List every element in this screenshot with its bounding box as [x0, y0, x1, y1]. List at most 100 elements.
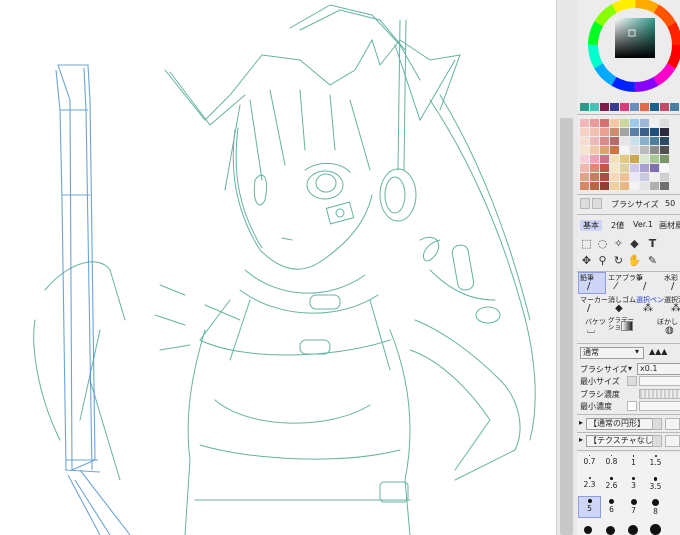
tool-tabs: 基本 2値 Ver.1 画材風: [577, 218, 680, 232]
size-increase-button[interactable]: [592, 198, 602, 209]
shape-row: ▸ 【通常の円形】: [577, 417, 680, 431]
expand-icon[interactable]: ▸: [579, 418, 583, 427]
brush-tool-grid: 鉛筆 / エアブラシ ⁄ 筆 / 水彩 / マーカー / 消しゴム ◆ 選択ペン…: [577, 272, 680, 338]
bucket-icon: ⌴: [587, 325, 595, 336]
recent-color[interactable]: [610, 103, 619, 111]
tool-panel: ブラシサイズ 50 基本 2値 Ver.1 画材風 ⬚ ◌ ✧ ◆ T ✥ ⚲ …: [577, 0, 680, 535]
chevron-down-icon[interactable]: ▾: [628, 364, 632, 373]
tab-basic[interactable]: 基本: [580, 220, 602, 231]
eraser-icon: ◆: [615, 303, 623, 314]
size-multiplier-select[interactable]: x0.1: [637, 363, 680, 375]
min-density-checkbox[interactable]: [627, 401, 637, 411]
min-size-lock-icon[interactable]: [627, 376, 637, 386]
size-preset[interactable]: 3: [623, 475, 644, 495]
size-preset[interactable]: 2.3: [579, 475, 600, 495]
drawing-canvas[interactable]: [0, 0, 556, 535]
recent-color[interactable]: [590, 103, 599, 111]
scrollbar-thumb[interactable]: [560, 118, 573, 535]
recent-color[interactable]: [580, 103, 589, 111]
tool-marker[interactable]: マーカー /: [579, 295, 608, 315]
texture-select[interactable]: 【テクスチャなし】: [586, 435, 660, 447]
size-preset-dot[interactable]: [650, 524, 661, 535]
size-preset[interactable]: 6: [601, 497, 622, 517]
size-preset-selected[interactable]: 5: [578, 496, 601, 518]
shape-strength-field[interactable]: [665, 418, 680, 430]
tool-watercolor[interactable]: 水彩 /: [663, 273, 680, 293]
size-preset[interactable]: 1: [623, 453, 644, 473]
size-preset[interactable]: 1.5: [645, 453, 666, 473]
brush-size-row: ブラシサイズ 50: [577, 196, 680, 212]
size-preset-dot[interactable]: [628, 525, 638, 535]
brush-size-setting-label: ブラシサイズ: [580, 365, 628, 374]
expand-icon[interactable]: ▸: [579, 435, 583, 444]
swatch-palette[interactable]: [577, 117, 680, 193]
tool-bucket[interactable]: バケツ ⌴: [579, 317, 606, 337]
size-preset[interactable]: 3.5: [645, 475, 666, 495]
chevron-down-icon[interactable]: [652, 435, 662, 447]
tab-art-materials[interactable]: 画材風: [659, 220, 680, 231]
tool-gradient[interactable]: グラデーション: [607, 317, 634, 337]
tool-airbrush[interactable]: エアブラシ ⁄: [607, 273, 643, 293]
canvas-scrollbar[interactable]: [556, 0, 577, 535]
marker-icon: /: [587, 303, 591, 314]
texture-row: ▸ 【テクスチャなし】: [577, 434, 680, 448]
size-preset-dot[interactable]: [584, 526, 592, 534]
texture-strength-field[interactable]: [665, 435, 680, 447]
rect-select-icon[interactable]: ⬚: [580, 237, 593, 250]
tool-select-erase[interactable]: 選択消 ⁂: [663, 295, 680, 315]
brush-size-value[interactable]: 50: [665, 199, 675, 208]
recent-color[interactable]: [640, 103, 649, 111]
brush-settings: ブラシサイズ ▾ x0.1 最小サイズ ブラシ濃度 最小濃度: [577, 362, 680, 412]
selection-tools: ⬚ ◌ ✧ ◆ T ✥ ⚲ ↻ ✋ ✎: [577, 236, 680, 270]
brush-size-label: ブラシサイズ: [611, 200, 659, 209]
size-preset[interactable]: 2.6: [601, 475, 622, 495]
tool-select-pen[interactable]: 選択ペン ⁂: [635, 295, 664, 315]
sketch-artwork: [33, 4, 536, 535]
size-preset[interactable]: 8: [645, 497, 666, 517]
color-wheel[interactable]: [577, 0, 680, 100]
move-icon[interactable]: ✥: [580, 254, 593, 267]
size-preset-dot[interactable]: [606, 526, 615, 535]
min-density-slider[interactable]: [639, 401, 680, 411]
tool-eraser[interactable]: 消しゴム ◆: [607, 295, 636, 315]
size-preset[interactable]: 7: [623, 497, 644, 517]
rotate-icon[interactable]: ↻: [612, 254, 625, 267]
size-preset[interactable]: 0.7: [579, 453, 600, 473]
shape-select[interactable]: 【通常の円形】: [586, 418, 660, 430]
color-wheel-section: [577, 0, 680, 100]
tool-brush[interactable]: 筆 /: [635, 273, 661, 293]
chevron-down-icon[interactable]: [652, 418, 662, 430]
magic-wand-icon[interactable]: ✧: [612, 237, 625, 250]
shape-icon[interactable]: ◆: [628, 237, 641, 250]
gradient-icon: [621, 321, 633, 331]
eyedropper-icon[interactable]: ✎: [646, 254, 659, 267]
recent-color[interactable]: [650, 103, 659, 111]
text-icon[interactable]: T: [646, 237, 659, 250]
airbrush-icon: ⁄: [615, 281, 617, 292]
min-density-label: 最小濃度: [580, 402, 612, 411]
watercolor-icon: /: [671, 281, 675, 292]
recent-colors[interactable]: [577, 101, 680, 113]
lasso-icon[interactable]: ◌: [596, 237, 609, 250]
hand-icon[interactable]: ✋: [628, 254, 642, 267]
density-slider[interactable]: [639, 389, 680, 399]
recent-color[interactable]: [670, 103, 679, 111]
size-presets: 0.7 0.8 1 1.5 2.3 2.6 3 3.5 5 6 7 8: [577, 453, 680, 535]
tab-ver1[interactable]: Ver.1: [633, 220, 653, 229]
brush-shape-triangles[interactable]: ▲▲▲: [649, 347, 667, 356]
blend-mode-row: 通常 ▾ ▲▲▲: [577, 346, 680, 360]
zoom-icon[interactable]: ⚲: [596, 254, 609, 267]
select-pen-icon: ⁂: [643, 303, 653, 314]
tool-blur[interactable]: ぼかし ◍: [635, 317, 678, 337]
size-preset[interactable]: 0.8: [601, 453, 622, 473]
tab-binary[interactable]: 2値: [611, 220, 624, 231]
recent-color[interactable]: [620, 103, 629, 111]
blur-icon: ◍: [665, 325, 674, 336]
tool-pencil[interactable]: 鉛筆 /: [578, 272, 606, 294]
recent-color[interactable]: [660, 103, 669, 111]
palette-grid[interactable]: [577, 117, 680, 193]
recent-color[interactable]: [600, 103, 609, 111]
recent-color[interactable]: [630, 103, 639, 111]
min-size-slider[interactable]: [639, 376, 680, 386]
size-decrease-button[interactable]: [580, 198, 590, 209]
